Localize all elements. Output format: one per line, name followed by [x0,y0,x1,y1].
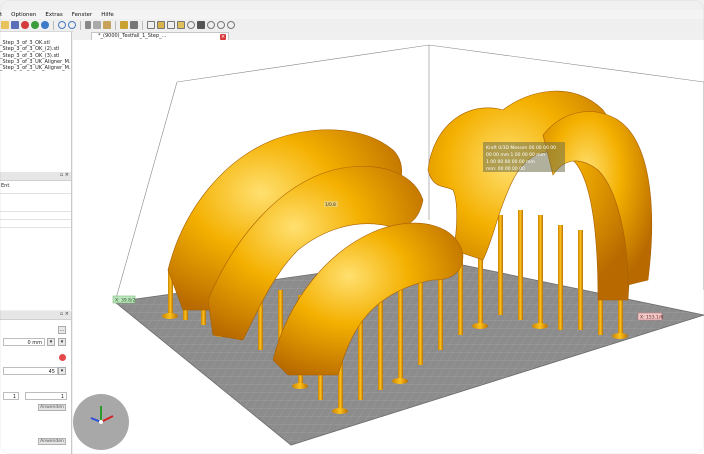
menu-item-window[interactable]: Fenster [72,12,92,18]
support-icon[interactable] [130,21,138,29]
3d-viewport[interactable]: Kraft 0/3D Messen 00 00 00 00 00 00 mm 1… [73,40,704,454]
layers-icon[interactable] [41,21,49,29]
svg-text:X: 153.1/6: X: 153.1/6 [640,315,663,321]
zoom-in-icon[interactable] [217,21,225,29]
zoom-out-icon[interactable] [227,21,235,29]
delete-icon[interactable] [21,21,29,29]
measurement-tooltip: Kraft 0/3D Messen 00 00 00 00 00 00 mm 1… [483,142,565,172]
menu-item-options[interactable]: Optionen [11,12,36,18]
toolbar-separator [53,20,54,30]
axis-gizmo[interactable] [73,394,129,450]
property-row: Ent [0,181,71,194]
tooltip-line-2: 00 00 mm 1 00 00 00 mm [486,152,545,158]
spin-down-button-3[interactable]: ▾ [58,367,66,375]
properties-panel: ▫ × Ent [0,172,72,310]
file-list: _Step_3_of_3_OK.stl _Step_3_of_3_OK_(2).… [0,32,71,71]
tooltip-line-4: mm: 00 00 00 00 [486,166,525,172]
view-iso-icon[interactable] [147,21,155,29]
toolbar-separator [115,20,116,30]
settings-panel: ▫ × … 0 mm ▾ ▾ 45 ▾ 1 1 Anwenden Anwende… [0,311,72,454]
toolbar-separator [80,20,81,30]
apply-button[interactable]: Anwenden [38,404,66,411]
offset-field[interactable]: 0 mm [3,338,45,346]
spin-down-button-2[interactable]: ▾ [58,338,66,346]
file-list-panel: _Step_3_of_3_OK.stl _Step_3_of_3_OK_(2).… [0,32,72,172]
rotate-icon[interactable] [187,21,195,29]
grid-icon[interactable] [120,21,128,29]
camera-icon[interactable] [197,21,205,29]
coordinate-label-right: X: 153.1/6 [637,312,663,321]
svg-text:1/0.8: 1/0.8 [325,202,336,207]
count-field-2[interactable]: 1 [25,392,67,400]
document-tab-label: *_(9000)_Testfall_1_Step_... [98,33,167,39]
paste-icon[interactable] [103,21,111,29]
svg-text:X: 39.8/2: X: 39.8/2 [115,298,136,304]
document-tab-bar: *_(9000)_Testfall_1_Step_... × [73,31,704,40]
cut-icon[interactable] [85,21,91,29]
add-icon[interactable] [31,21,39,29]
scene-svg: Kraft 0/3D Messen 00 00 00 00 00 00 mm 1… [73,44,704,450]
tooltip-line-3: 1 00 00 00 00 00 mm [486,159,535,165]
document-tab[interactable]: *_(9000)_Testfall_1_Step_... × [91,32,229,40]
view-side-icon[interactable] [167,21,175,29]
zoom-fit-icon[interactable] [207,21,215,29]
spin-down-button[interactable]: ▾ [47,338,55,346]
app-window: t Optionen Extras Fenster Hilfe _Step_3_… [0,0,704,454]
view-front-icon[interactable] [157,21,165,29]
save-icon[interactable] [11,21,19,29]
copy-icon[interactable] [93,21,101,29]
toolbar-separator [142,20,143,30]
warning-icon [59,354,66,361]
undo-icon[interactable] [58,21,66,29]
coordinate-label-center: 1/0.8 [324,201,338,207]
apply-button-2[interactable]: Anwenden [38,438,66,445]
more-options-button[interactable]: … [58,326,66,334]
panel-header: ▫ × [0,311,71,320]
property-row [0,204,71,212]
property-row [0,212,71,220]
folder-icon[interactable] [1,21,9,29]
count-field[interactable]: 1 [3,392,19,400]
menu-bar: t Optionen Extras Fenster Hilfe [0,10,704,19]
redo-icon[interactable] [68,21,76,29]
property-row [0,220,71,228]
coordinate-label-left: X: 39.8/2 [112,295,136,304]
panel-header: ▫ × [0,172,71,181]
menu-item-help[interactable]: Hilfe [101,12,114,18]
tooltip-line-1: Kraft 0/3D Messen 00 00 00 00 [486,145,556,151]
file-list-item[interactable]: _Step_3_of_3_UK_Aligner_M... [0,65,71,71]
view-top-icon[interactable] [177,21,185,29]
angle-field[interactable]: 45 [3,367,58,375]
panel-pin-close-icon[interactable]: ▫ × [60,311,69,317]
menu-item-tools[interactable]: t [0,12,2,18]
panel-pin-close-icon[interactable]: ▫ × [60,172,69,178]
menu-item-extras[interactable]: Extras [45,12,62,18]
